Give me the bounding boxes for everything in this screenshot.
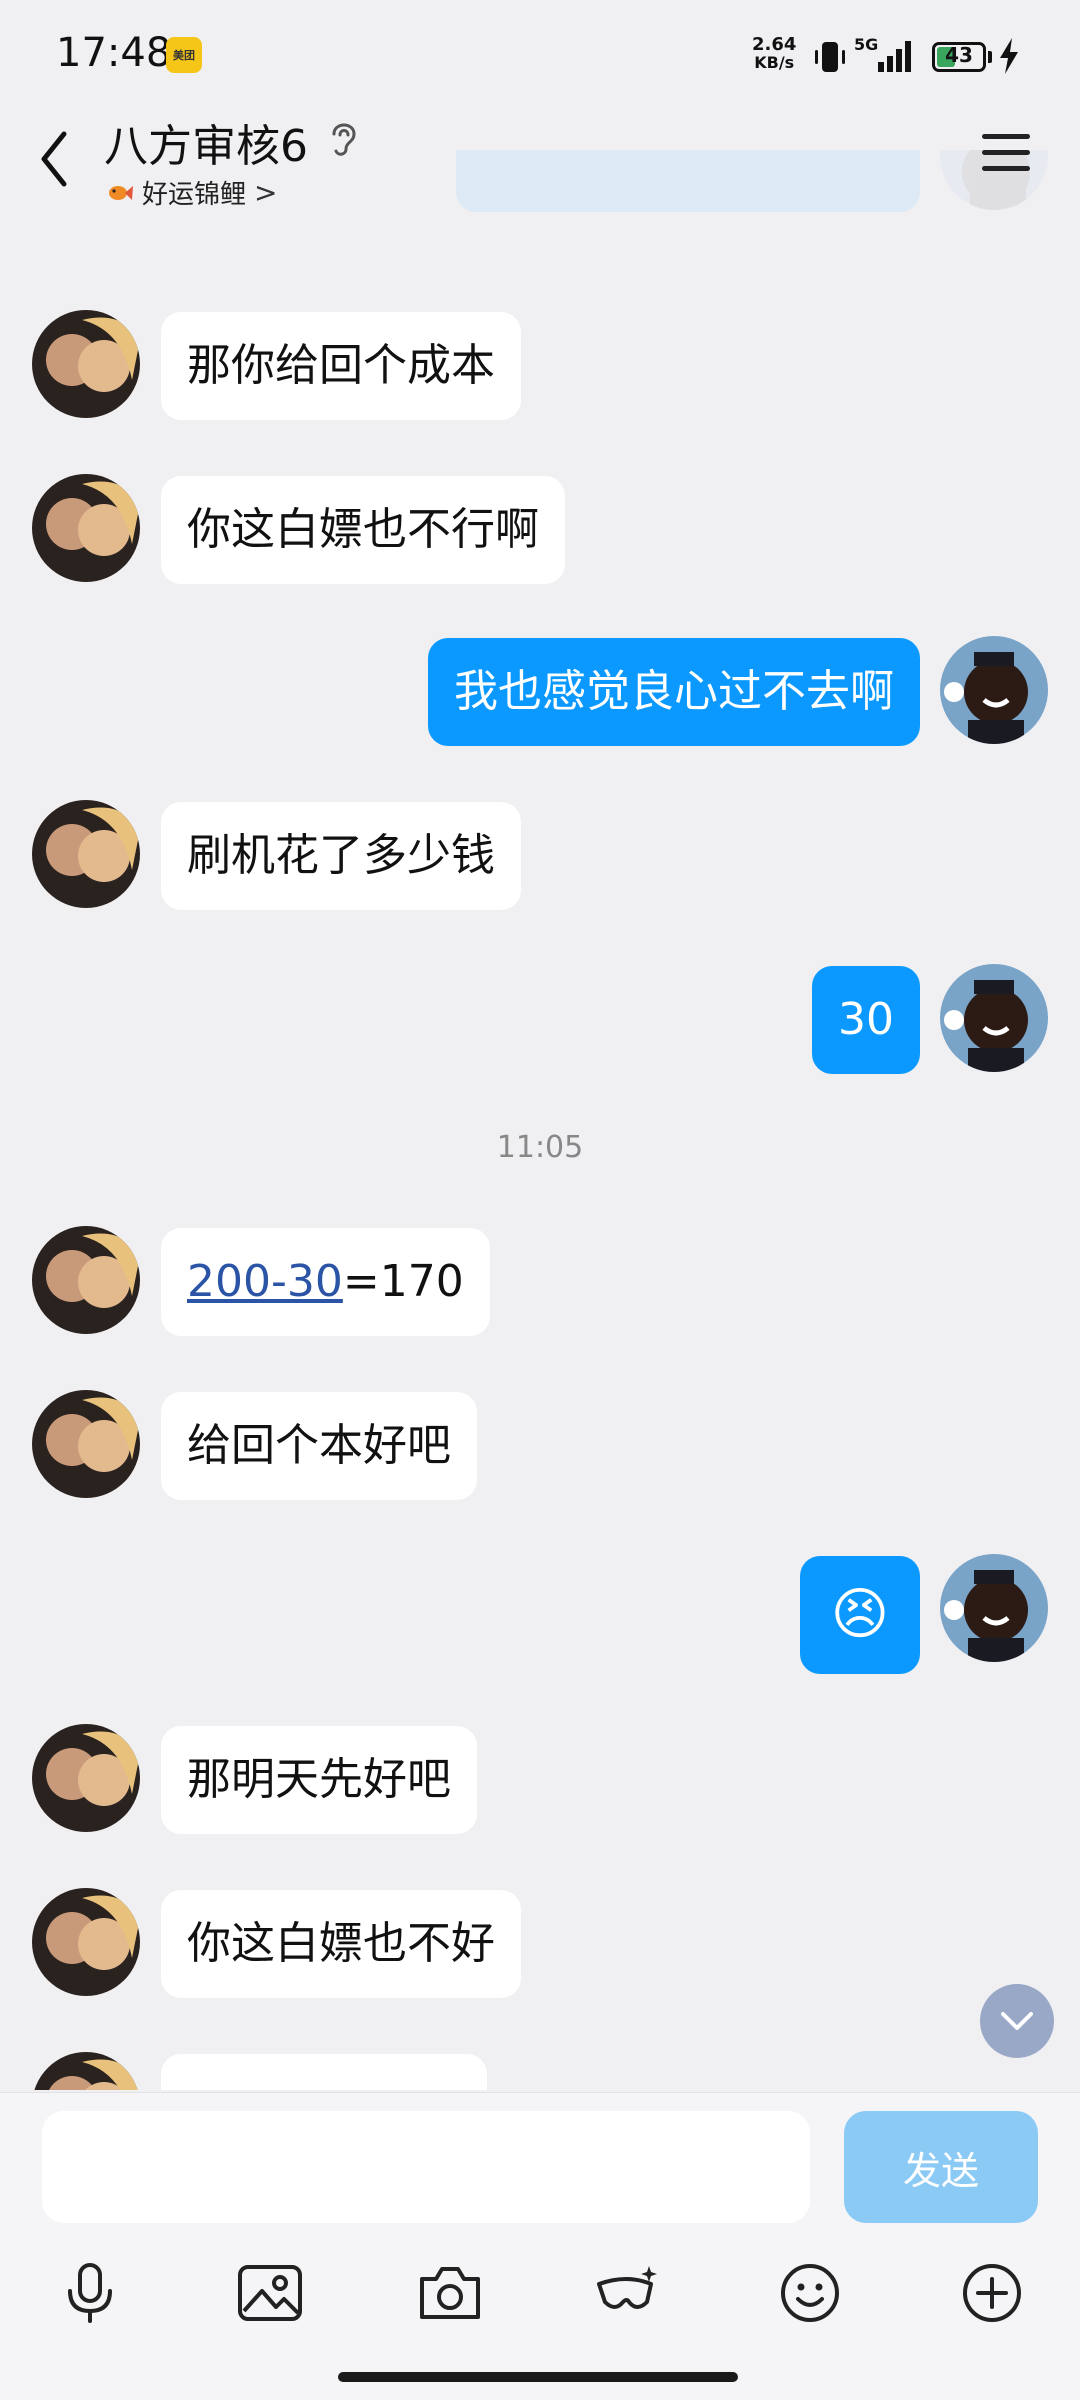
menu-icon[interactable]	[980, 132, 1034, 174]
send-button[interactable]: 发送	[844, 2111, 1038, 2223]
contact-avatar[interactable]	[32, 1724, 140, 1832]
battery-tip	[988, 51, 992, 63]
chevron-right-icon: >	[254, 176, 278, 209]
microphone-icon	[68, 2263, 112, 2323]
message-row: 200-30=170	[0, 1226, 1080, 1336]
composer-toolbar	[0, 2253, 1080, 2343]
message-bubble[interactable]: 200-30=170	[161, 1228, 490, 1336]
koi-badge-label: 好运锦鲤	[142, 180, 247, 210]
message-bubble[interactable]: 那你给回个成本	[161, 312, 521, 420]
phone-number-link[interactable]: 200-30	[187, 1256, 343, 1307]
image-icon	[238, 2265, 302, 2321]
message-bubble[interactable]: 你这白嫖也不行啊	[161, 476, 565, 584]
emoji-button[interactable]	[770, 2253, 850, 2333]
message-bubble[interactable]: 刷机花了多少钱	[161, 802, 521, 910]
back-icon[interactable]	[34, 124, 74, 194]
chevron-down-icon	[1001, 2012, 1033, 2030]
network-speed-unit: KB/s	[754, 53, 795, 72]
scroll-to-bottom-button[interactable]	[980, 1984, 1054, 2058]
message-row: 我也感觉良心过不去啊	[0, 636, 1080, 746]
koi-fish-icon	[109, 185, 133, 200]
signal-icon: 5G	[854, 36, 911, 72]
message-bubble[interactable]: 给回个本好吧	[161, 1392, 477, 1500]
chat-header: 八方审核6 好运锦鲤 >	[0, 110, 1080, 222]
message-row: 30	[0, 964, 1080, 1074]
status-time: 17:48	[56, 30, 172, 76]
contact-avatar[interactable]	[32, 310, 140, 418]
more-options-button[interactable]	[952, 2253, 1032, 2333]
voice-button[interactable]	[50, 2253, 130, 2333]
persevering-face-emoji: 😣	[830, 1582, 890, 1647]
koi-badge-link[interactable]: 好运锦鲤 >	[106, 174, 277, 211]
glasses-sparkle-icon	[597, 2266, 657, 2309]
network-speed-value: 2.64	[752, 34, 797, 55]
message-row	[0, 2052, 1080, 2090]
message-row: 那明天先好吧	[0, 1724, 1080, 1834]
composer: 发送	[0, 2092, 1080, 2400]
contact-avatar[interactable]	[32, 474, 140, 582]
message-timestamp: 11:05	[496, 1130, 584, 1165]
camera-icon	[420, 2267, 480, 2319]
network-type-label: 5G	[854, 36, 878, 54]
my-avatar[interactable]	[940, 636, 1048, 744]
ear-icon[interactable]	[326, 118, 360, 158]
contact-avatar[interactable]	[32, 1888, 140, 1996]
plus-icon	[963, 2264, 1021, 2322]
battery-level: 43	[945, 43, 973, 67]
contact-avatar[interactable]	[32, 1390, 140, 1498]
message-bubble[interactable]: 那明天先好吧	[161, 1726, 477, 1834]
message-bubble[interactable]	[161, 2054, 487, 2090]
charging-bolt-icon	[1000, 38, 1018, 74]
contact-avatar[interactable]	[32, 2052, 140, 2090]
message-row: 给回个本好吧	[0, 1390, 1080, 1500]
status-bar: 17:48 美团 2.64 KB/s 5G 43	[0, 0, 1080, 110]
contact-avatar[interactable]	[32, 1226, 140, 1334]
contact-avatar[interactable]	[32, 800, 140, 908]
message-text: =170	[342, 1256, 464, 1307]
message-bubble[interactable]: 我也感觉良心过不去啊	[428, 638, 920, 746]
battery-indicator: 43	[932, 42, 986, 72]
message-list[interactable]: 那你给回个成本 你这白嫖也不行啊 我也感觉良心过不去啊 刷机花了多少钱 30 1…	[0, 150, 1080, 2090]
message-row: 😣	[0, 1554, 1080, 1674]
meituan-app-icon: 美团	[166, 37, 202, 73]
chat-title[interactable]: 八方审核6	[104, 110, 308, 174]
my-avatar[interactable]	[940, 964, 1048, 1072]
vibrate-icon	[815, 42, 845, 72]
message-bubble[interactable]: 你这白嫖也不好	[161, 1890, 521, 1998]
emoji-bubble[interactable]: 😣	[800, 1556, 920, 1674]
message-bubble[interactable]: 30	[812, 966, 920, 1074]
message-row: 那你给回个成本	[0, 310, 1080, 420]
network-speed: 2.64 KB/s	[752, 36, 796, 72]
camera-button[interactable]	[410, 2253, 490, 2333]
message-row: 你这白嫖也不行啊	[0, 474, 1080, 584]
my-avatar[interactable]	[940, 1554, 1048, 1662]
photo-button[interactable]	[230, 2253, 310, 2333]
special-effects-button[interactable]	[588, 2253, 668, 2333]
emoji-icon	[781, 2264, 839, 2322]
message-row: 刷机花了多少钱	[0, 800, 1080, 910]
message-row: 你这白嫖也不好	[0, 1888, 1080, 1998]
home-indicator[interactable]	[338, 2372, 738, 2382]
message-input[interactable]	[42, 2111, 810, 2223]
